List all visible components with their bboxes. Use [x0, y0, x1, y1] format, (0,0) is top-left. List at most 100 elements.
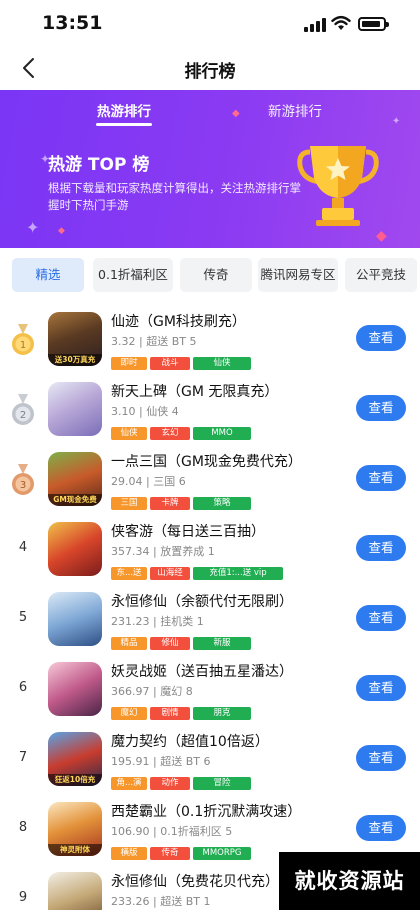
- game-tags: 精品 修仙 新服: [111, 630, 254, 650]
- icon-caption: 送30万真充: [48, 354, 102, 366]
- game-size: 106.90: [111, 825, 150, 838]
- view-button[interactable]: 查看: [356, 675, 406, 701]
- tag: 角...演: [111, 777, 147, 790]
- tab-hot-games[interactable]: 热游排行: [97, 100, 151, 120]
- status-time: 13:51: [42, 12, 103, 34]
- game-name: 妖灵战姬（送百抽五星潘达）: [111, 664, 293, 680]
- game-category: 超送 BT 5: [146, 335, 197, 348]
- game-size: 231.23: [111, 615, 150, 628]
- ranking-tabs: 热游排行 新游排行: [0, 90, 420, 128]
- rank-number: 6: [18, 680, 28, 695]
- tag: 新服: [193, 637, 251, 650]
- rank-number: 2: [20, 410, 26, 421]
- game-icon[interactable]: [48, 522, 102, 576]
- icon-caption: 狂返10倍充: [48, 774, 102, 786]
- game-icon[interactable]: [48, 662, 102, 716]
- game-size: 3.32: [111, 335, 136, 348]
- game-icon[interactable]: [48, 872, 102, 910]
- game-meta: 3.10 | 仙侠 4: [111, 405, 179, 418]
- view-button[interactable]: 查看: [356, 815, 406, 841]
- game-row[interactable]: 5 永恒修仙（余额代付无限刷） 231.23 | 挂机类 1 精品 修仙 新服 查看: [0, 586, 420, 656]
- game-meta: 231.23 | 挂机类 1: [111, 615, 204, 628]
- tag: 充值1:...送 vip: [193, 567, 283, 580]
- game-tags: 仙侠 玄幻 MMO: [111, 420, 254, 440]
- game-tags: 横版 传奇 MMORPG: [111, 840, 254, 860]
- sparkle-icon: ◆: [232, 108, 240, 119]
- view-button[interactable]: 查看: [356, 535, 406, 561]
- game-name: 新天上碑（GM 无限真充）: [111, 384, 279, 400]
- silver-medal-icon: 2: [12, 394, 34, 425]
- tag: 玄幻: [150, 427, 190, 440]
- view-button[interactable]: 查看: [356, 325, 406, 351]
- rank-number: 1: [20, 340, 26, 351]
- game-tags: 东...送 山海经 充值1:...送 vip: [111, 560, 286, 580]
- game-icon[interactable]: [48, 382, 102, 436]
- game-icon[interactable]: [48, 592, 102, 646]
- game-size: 3.10: [111, 405, 136, 418]
- watermark-logo: 就收资源站: [279, 852, 420, 910]
- game-row[interactable]: 6 妖灵战姬（送百抽五星潘达） 366.97 | 魔幻 8 魔幻 剧情 朋克 查看: [0, 656, 420, 726]
- icon-caption: 神灵附体: [48, 844, 102, 856]
- bronze-medal-icon: 3: [12, 464, 34, 495]
- game-icon[interactable]: 狂返10倍充: [48, 732, 102, 786]
- rank-number: 3: [20, 480, 26, 491]
- game-row[interactable]: 1 送30万真充 仙迹（GM科技刷充） 3.32 | 超送 BT 5 即时 战斗仙…: [0, 306, 420, 376]
- tag: 剧情: [150, 707, 190, 720]
- filter-tencent-netease[interactable]: 腾讯网易专区: [258, 258, 338, 292]
- game-meta: 366.97 | 魔幻 8: [111, 685, 193, 698]
- view-button[interactable]: 查看: [356, 745, 406, 771]
- game-meta: 3.32 | 超送 BT 5: [111, 335, 197, 348]
- game-category: 挂机类 1: [160, 615, 204, 628]
- game-meta: 195.91 | 超送 BT 6: [111, 755, 211, 768]
- game-row[interactable]: 3 GM现金免费 一点三国（GM现金免费代充） 29.04 | 三国 6 三国卡…: [0, 446, 420, 516]
- tag: 策略: [193, 497, 251, 510]
- tag: MMO: [193, 427, 251, 440]
- game-row[interactable]: 4 侠客游（每日送三百抽） 357.34 | 放置养成 1 东...送 山海经 充值…: [0, 516, 420, 586]
- filter-discount-zone[interactable]: 0.1折福利区: [93, 258, 173, 292]
- game-icon[interactable]: 神灵附体: [48, 802, 102, 856]
- tag: 仙侠: [111, 427, 147, 440]
- game-name: 一点三国（GM现金免费代充）: [111, 454, 302, 470]
- filter-fair-competition[interactable]: 公平竞技: [345, 258, 417, 292]
- game-row[interactable]: 2 新天上碑（GM 无限真充） 3.10 | 仙侠 4 仙侠 玄幻 MMO 查看: [0, 376, 420, 446]
- game-name: 永恒修仙（免费花贝代充）: [111, 874, 279, 890]
- tag: 朋克: [193, 707, 251, 720]
- tag: 三国: [111, 497, 147, 510]
- filter-legend[interactable]: 传奇: [180, 258, 252, 292]
- tag: 东...送: [111, 567, 147, 580]
- gold-medal-icon: 1: [12, 324, 34, 355]
- filter-featured[interactable]: 精选: [12, 258, 84, 292]
- nav-bar: 排行榜: [0, 46, 420, 90]
- category-filter-bar: 精选 0.1折福利区 传奇 腾讯网易专区 公平竞技: [0, 258, 420, 294]
- view-button[interactable]: 查看: [356, 465, 406, 491]
- game-name: 西楚霸业（0.1折沉默满攻速）: [111, 804, 302, 820]
- tag: 战斗: [150, 357, 190, 370]
- status-bar: 13:51: [0, 0, 420, 46]
- game-size: 357.34: [111, 545, 150, 558]
- game-category: 三国 6: [153, 475, 186, 488]
- battery-icon: [358, 17, 389, 31]
- game-name: 永恒修仙（余额代付无限刷）: [111, 594, 293, 610]
- tag: MMORPG: [193, 847, 251, 860]
- game-category: 0.1折福利区 5: [160, 825, 233, 838]
- game-icon[interactable]: 送30万真充: [48, 312, 102, 366]
- view-button[interactable]: 查看: [356, 605, 406, 631]
- game-meta: 106.90 | 0.1折福利区 5: [111, 825, 233, 838]
- game-row[interactable]: 7 狂返10倍充 魔力契约（超值10倍返） 195.91 | 超送 BT 6 角…: [0, 726, 420, 796]
- game-icon[interactable]: GM现金免费: [48, 452, 102, 506]
- tag: 卡牌: [150, 497, 190, 510]
- game-category: 放置养成 1: [160, 545, 215, 558]
- tag: 横版: [111, 847, 147, 860]
- banner-heading: 热游 TOP 榜: [48, 155, 150, 175]
- tab-new-games[interactable]: 新游排行: [268, 100, 322, 120]
- game-size: 233.26: [111, 895, 150, 908]
- rank-number: 5: [18, 610, 28, 625]
- star-decoration: ◆: [376, 228, 387, 244]
- signal-icon: [304, 18, 326, 32]
- tag: 动作: [150, 777, 190, 790]
- game-size: 366.97: [111, 685, 150, 698]
- game-meta: 29.04 | 三国 6: [111, 475, 186, 488]
- rank-number: 7: [18, 750, 28, 765]
- view-button[interactable]: 查看: [356, 395, 406, 421]
- game-name: 侠客游（每日送三百抽）: [111, 524, 265, 540]
